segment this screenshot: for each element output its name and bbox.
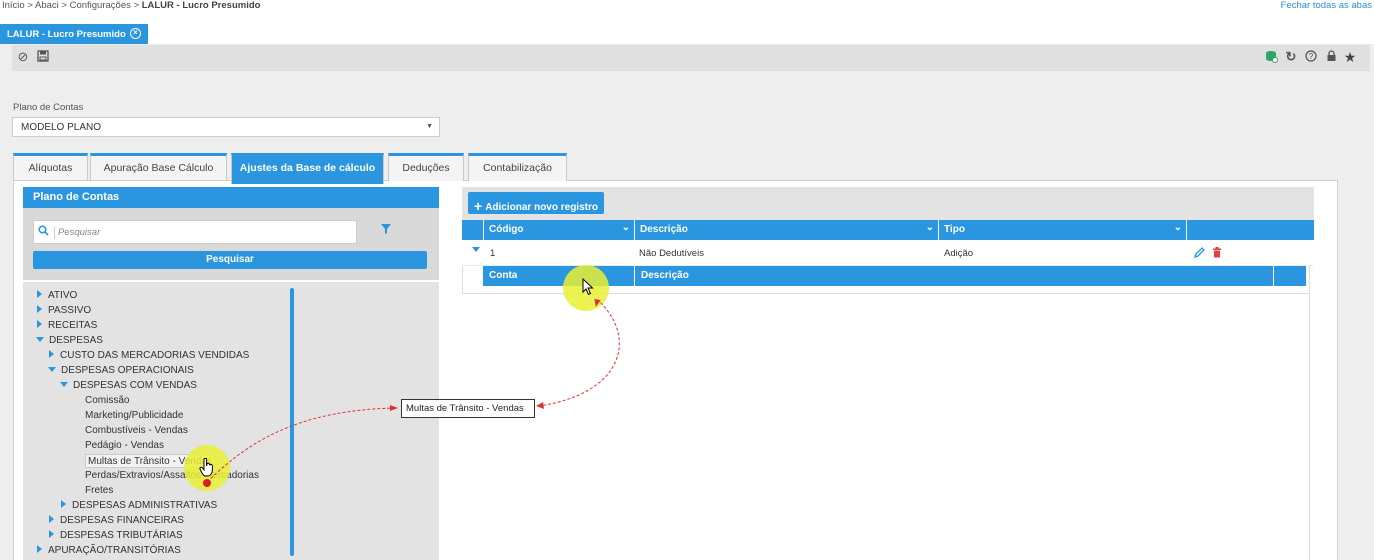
drag-tooltip: Multas de Trânsito - Vendas <box>401 399 535 418</box>
hand-cursor-icon <box>199 457 215 480</box>
arrow-cursor-icon <box>582 277 594 299</box>
